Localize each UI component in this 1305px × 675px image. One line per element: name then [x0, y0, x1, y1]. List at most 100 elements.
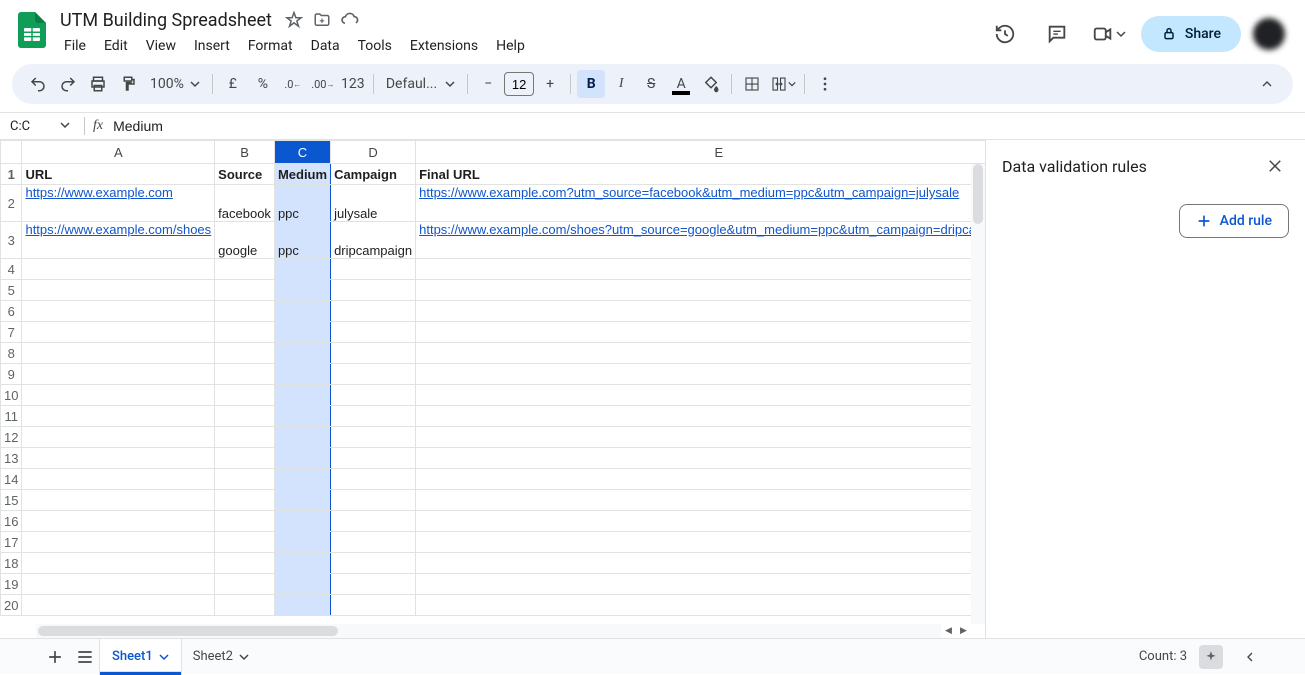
- cell[interactable]: [215, 595, 275, 616]
- row-header[interactable]: 4: [1, 259, 22, 280]
- cell[interactable]: [215, 448, 275, 469]
- sheet-tab-sheet1[interactable]: Sheet1: [100, 639, 181, 675]
- row-header[interactable]: 5: [1, 280, 22, 301]
- column-header-D[interactable]: D: [331, 141, 416, 164]
- cell[interactable]: [274, 427, 330, 448]
- star-icon[interactable]: [284, 10, 304, 30]
- number-format-button[interactable]: 123: [339, 70, 367, 98]
- cell[interactable]: [416, 553, 985, 574]
- cell[interactable]: [416, 385, 985, 406]
- sheet-tab-sheet2[interactable]: Sheet2: [181, 639, 261, 675]
- cell[interactable]: [22, 511, 215, 532]
- menu-help[interactable]: Help: [488, 34, 533, 58]
- cell[interactable]: [416, 532, 985, 553]
- status-count[interactable]: Count: 3: [1139, 649, 1187, 664]
- row-header[interactable]: 6: [1, 301, 22, 322]
- cell[interactable]: https://www.example.com/shoes: [22, 222, 215, 259]
- text-color-button[interactable]: A: [667, 70, 695, 98]
- history-icon[interactable]: [985, 14, 1025, 54]
- cell[interactable]: [274, 511, 330, 532]
- font-size-input[interactable]: [504, 72, 534, 96]
- vertical-scrollbar[interactable]: [971, 164, 985, 624]
- row-header[interactable]: 9: [1, 364, 22, 385]
- column-header-A[interactable]: A: [22, 141, 215, 164]
- cell[interactable]: [215, 406, 275, 427]
- cell[interactable]: [331, 574, 416, 595]
- percent-button[interactable]: %: [249, 70, 277, 98]
- cell[interactable]: [274, 490, 330, 511]
- column-header-B[interactable]: B: [215, 141, 275, 164]
- cell[interactable]: [331, 406, 416, 427]
- cell[interactable]: [331, 427, 416, 448]
- fill-color-button[interactable]: [697, 70, 725, 98]
- cell[interactable]: Medium: [274, 164, 330, 185]
- cell[interactable]: [215, 343, 275, 364]
- borders-button[interactable]: [738, 70, 766, 98]
- cell[interactable]: [22, 595, 215, 616]
- currency-button[interactable]: £: [219, 70, 247, 98]
- cell[interactable]: [331, 553, 416, 574]
- menu-view[interactable]: View: [138, 34, 184, 58]
- cell[interactable]: [215, 385, 275, 406]
- cell[interactable]: [22, 532, 215, 553]
- redo-button[interactable]: [54, 70, 82, 98]
- cell[interactable]: [331, 511, 416, 532]
- cell[interactable]: [215, 280, 275, 301]
- italic-button[interactable]: I: [607, 70, 635, 98]
- row-header[interactable]: 11: [1, 406, 22, 427]
- print-button[interactable]: [84, 70, 112, 98]
- font-dropdown[interactable]: Defaul...: [380, 70, 461, 98]
- cell[interactable]: [331, 280, 416, 301]
- cell[interactable]: [215, 574, 275, 595]
- cell[interactable]: [331, 448, 416, 469]
- strikethrough-button[interactable]: S: [637, 70, 665, 98]
- cell[interactable]: URL: [22, 164, 215, 185]
- cell[interactable]: [22, 406, 215, 427]
- cell[interactable]: [331, 469, 416, 490]
- menu-insert[interactable]: Insert: [186, 34, 238, 58]
- cell[interactable]: [331, 259, 416, 280]
- column-header-C[interactable]: C: [274, 141, 330, 164]
- cell[interactable]: [215, 259, 275, 280]
- cell[interactable]: [331, 301, 416, 322]
- meet-button[interactable]: [1089, 14, 1129, 54]
- decrease-decimal-button[interactable]: .0←: [279, 70, 307, 98]
- decrease-font-button[interactable]: −: [474, 70, 502, 98]
- cell[interactable]: [215, 469, 275, 490]
- cell[interactable]: [22, 574, 215, 595]
- menu-tools[interactable]: Tools: [350, 34, 400, 58]
- cell[interactable]: [274, 595, 330, 616]
- cell[interactable]: [215, 532, 275, 553]
- increase-decimal-button[interactable]: .00→: [309, 70, 337, 98]
- row-header[interactable]: 20: [1, 595, 22, 616]
- cell[interactable]: [416, 406, 985, 427]
- move-icon[interactable]: [312, 10, 332, 30]
- row-header[interactable]: 12: [1, 427, 22, 448]
- cell[interactable]: [416, 595, 985, 616]
- cell[interactable]: https://www.example.com: [22, 185, 215, 222]
- share-button[interactable]: Share: [1141, 16, 1241, 52]
- cell[interactable]: [274, 553, 330, 574]
- cell[interactable]: [274, 448, 330, 469]
- account-avatar[interactable]: [1253, 18, 1285, 50]
- bold-button[interactable]: B: [577, 70, 605, 98]
- cell[interactable]: [331, 343, 416, 364]
- row-header[interactable]: 1: [1, 164, 22, 185]
- cell[interactable]: [416, 364, 985, 385]
- cell[interactable]: [416, 280, 985, 301]
- cell[interactable]: ppc: [274, 222, 330, 259]
- cloud-icon[interactable]: [340, 10, 360, 30]
- cell[interactable]: [22, 322, 215, 343]
- side-panel-toggle[interactable]: [1235, 642, 1265, 672]
- column-header-E[interactable]: E: [416, 141, 985, 164]
- cell[interactable]: [215, 427, 275, 448]
- row-header[interactable]: 17: [1, 532, 22, 553]
- row-header[interactable]: 13: [1, 448, 22, 469]
- cell[interactable]: [416, 301, 985, 322]
- cell[interactable]: [22, 385, 215, 406]
- menu-file[interactable]: File: [56, 34, 94, 58]
- cell[interactable]: Final URL: [416, 164, 985, 185]
- cell[interactable]: [22, 364, 215, 385]
- cell[interactable]: [274, 280, 330, 301]
- cell[interactable]: [274, 469, 330, 490]
